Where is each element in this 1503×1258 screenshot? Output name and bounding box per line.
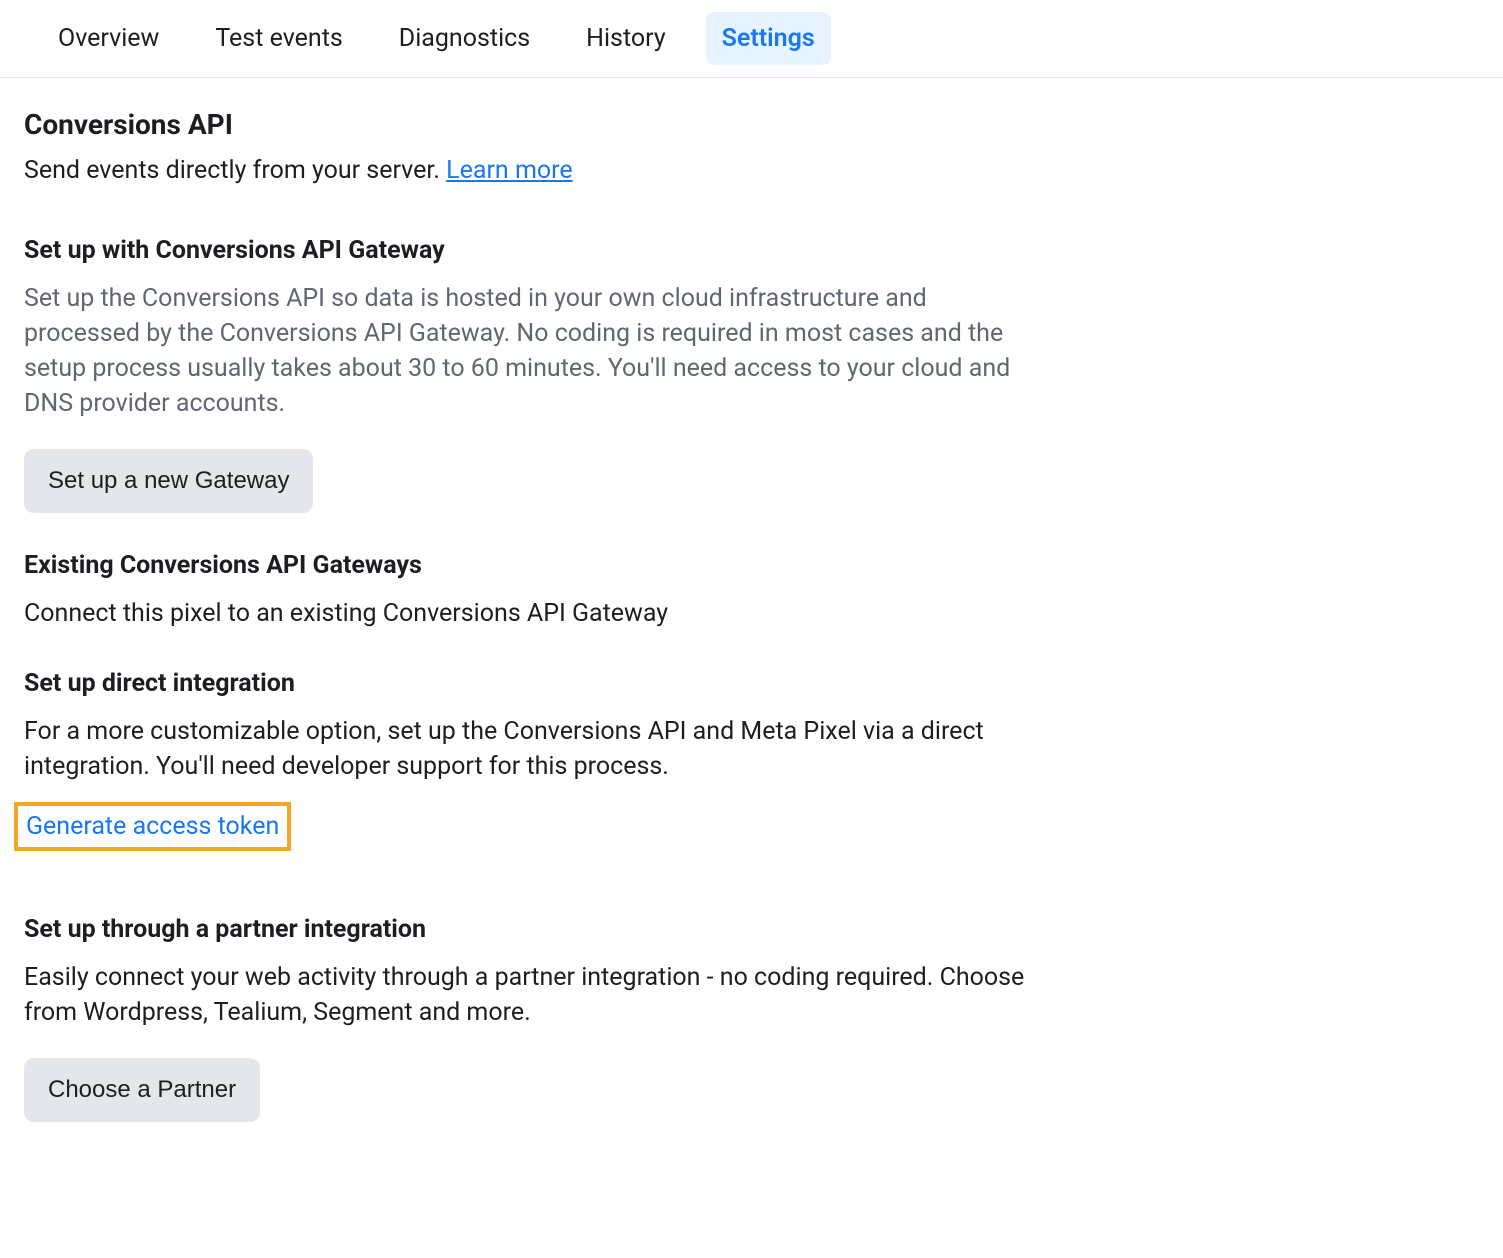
section-partner-integration: Set up through a partner integration Eas… — [24, 915, 1026, 1122]
page-subtitle: Send events directly from your server. L… — [24, 153, 1026, 188]
generate-token-highlight: Generate access token — [14, 802, 291, 851]
generate-access-token-link[interactable]: Generate access token — [26, 812, 279, 841]
body-partner-integration: Easily connect your web activity through… — [24, 960, 1026, 1030]
learn-more-link[interactable]: Learn more — [446, 156, 572, 185]
page-subtitle-text: Send events directly from your server. — [24, 156, 446, 185]
tab-settings[interactable]: Settings — [706, 12, 831, 65]
heading-direct-integration: Set up direct integration — [24, 669, 1026, 698]
section-existing-gateways: Existing Conversions API Gateways Connec… — [24, 551, 1026, 631]
heading-gateway-setup: Set up with Conversions API Gateway — [24, 236, 1026, 265]
body-existing-gateways: Connect this pixel to an existing Conver… — [24, 596, 1026, 631]
tab-diagnostics[interactable]: Diagnostics — [383, 12, 546, 65]
body-direct-integration: For a more customizable option, set up t… — [24, 714, 1026, 784]
section-direct-integration: Set up direct integration For a more cus… — [24, 669, 1026, 877]
tab-history[interactable]: History — [570, 12, 682, 65]
page-title: Conversions API — [24, 108, 1026, 141]
tab-bar: Overview Test events Diagnostics History… — [0, 0, 1503, 78]
tab-test-events[interactable]: Test events — [199, 12, 358, 65]
tab-overview[interactable]: Overview — [42, 12, 175, 65]
heading-partner-integration: Set up through a partner integration — [24, 915, 1026, 944]
choose-partner-button[interactable]: Choose a Partner — [24, 1058, 260, 1122]
body-gateway-setup: Set up the Conversions API so data is ho… — [24, 281, 1026, 421]
setup-new-gateway-button[interactable]: Set up a new Gateway — [24, 449, 313, 513]
section-gateway-setup: Set up with Conversions API Gateway Set … — [24, 236, 1026, 513]
heading-existing-gateways: Existing Conversions API Gateways — [24, 551, 1026, 580]
settings-content: Conversions API Send events directly fro… — [0, 78, 1050, 1190]
